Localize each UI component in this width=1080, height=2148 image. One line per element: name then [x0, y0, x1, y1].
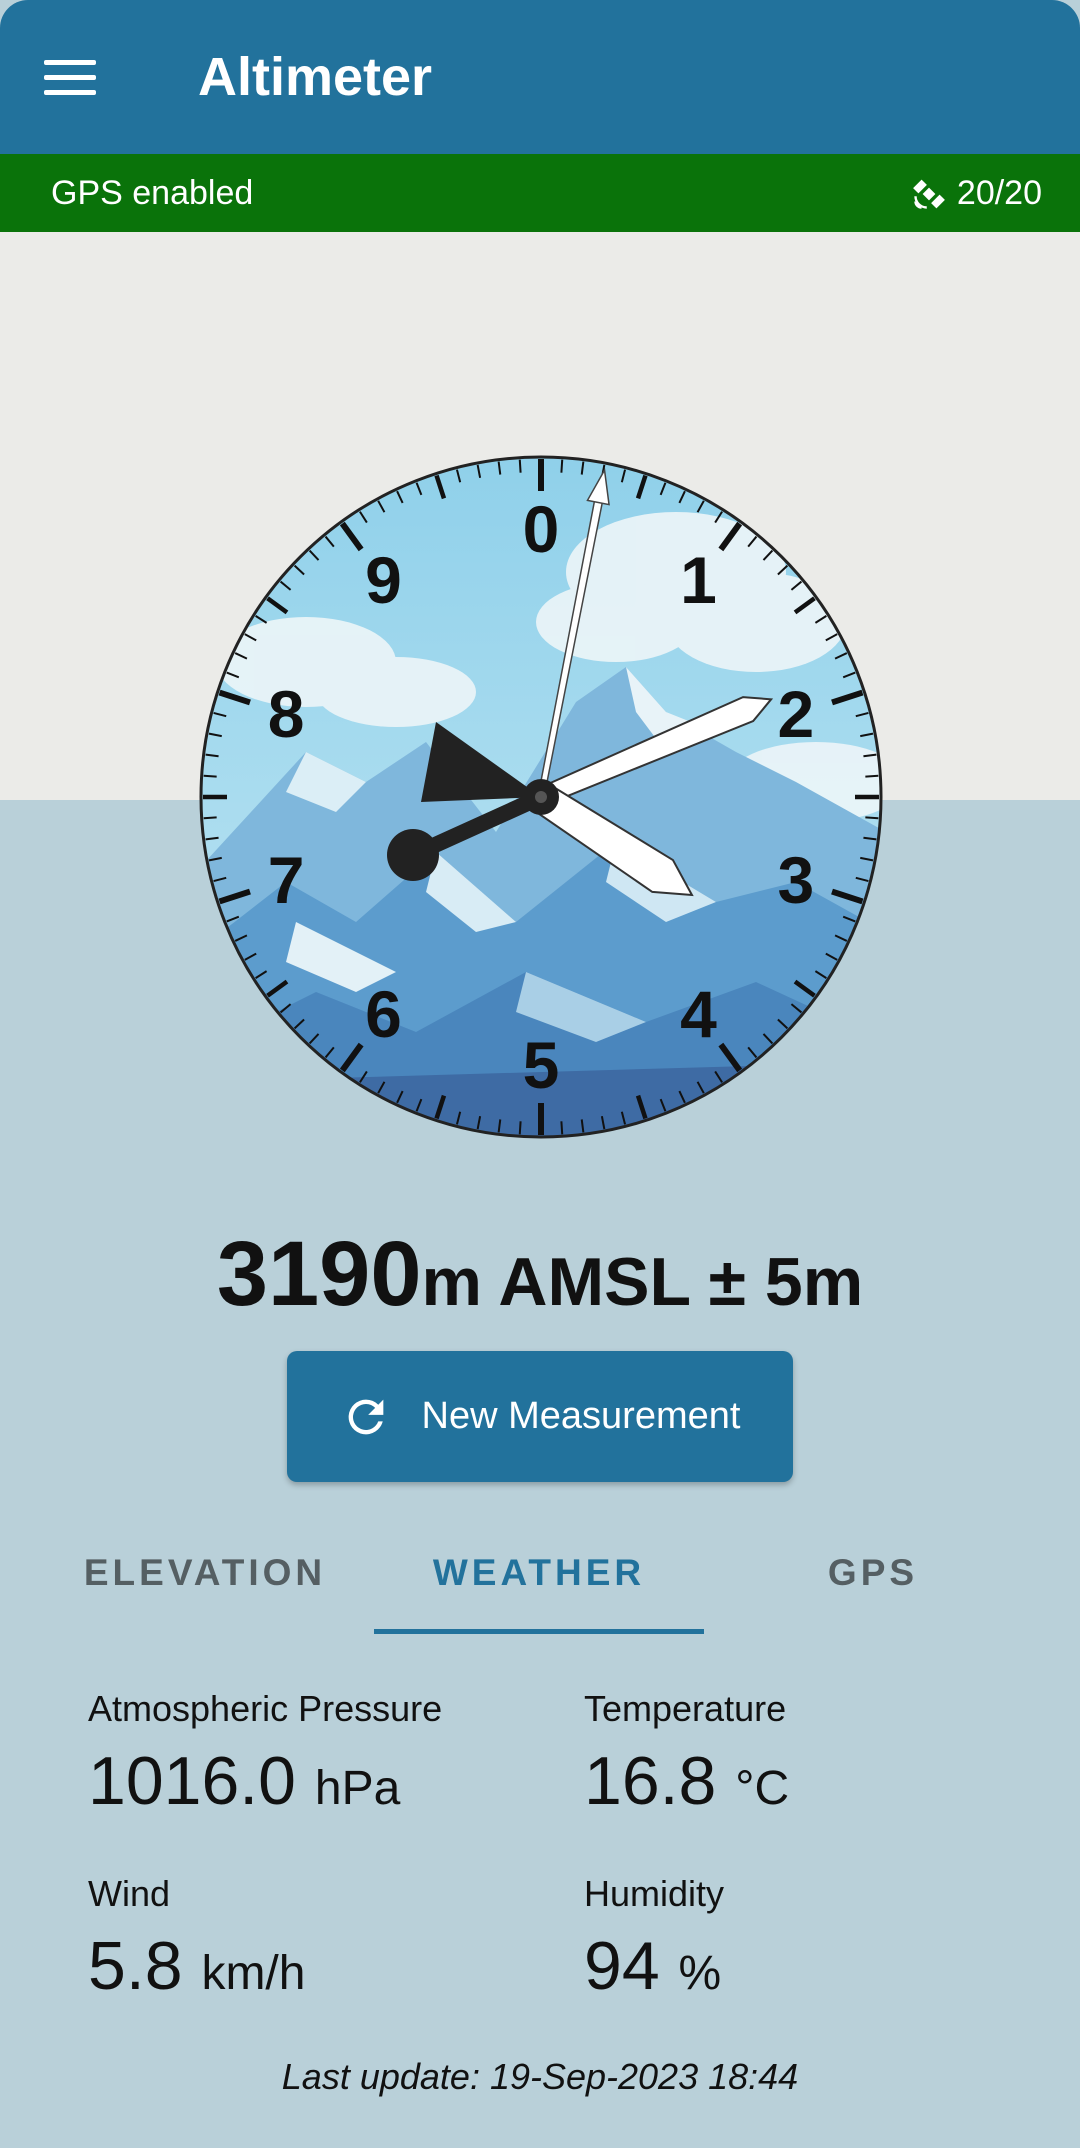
- dial-tick: [865, 816, 879, 820]
- tab-weather[interactable]: WEATHER: [374, 1535, 704, 1635]
- satellite-icon: [913, 179, 945, 209]
- dial-number: 0: [523, 492, 560, 566]
- dial-tick: [560, 459, 564, 473]
- satellite-count-text: 20/20: [956, 174, 1042, 212]
- altimeter-gauge: 0 12 34 5 67 89: [199, 455, 883, 1139]
- dial-number: 6: [365, 977, 402, 1051]
- altitude-value: 3190: [216, 1223, 422, 1325]
- altitude-reading: 3190m AMSL ± 5m: [0, 1222, 1080, 1327]
- last-update-text: Last update: 19-Sep-2023 18:44: [281, 2056, 799, 2097]
- dial-number: 9: [365, 543, 402, 617]
- satellite-count: 20/20: [911, 174, 1042, 213]
- dial-number: 8: [268, 677, 305, 751]
- dial-number: 7: [268, 843, 305, 917]
- menu-button[interactable]: [44, 48, 112, 106]
- dial-number: 5: [523, 1028, 560, 1102]
- pressure-unit: hPa: [314, 1762, 401, 1815]
- wind-unit: km/h: [201, 1947, 306, 2000]
- hamburger-menu-icon: [44, 59, 96, 65]
- dial-tick: [203, 816, 217, 820]
- app-title: Altimeter: [198, 47, 433, 107]
- humidity-value-block: 94 %: [584, 1927, 721, 2005]
- temperature-unit: °C: [735, 1762, 790, 1815]
- gps-status-bar: GPS enabled 20/20: [0, 154, 1080, 232]
- temperature-label: Temperature: [584, 1688, 787, 1729]
- tab-bar: ELEVATION WEATHER GPS: [40, 1535, 1030, 1640]
- pressure-value-block: 1016.0 hPa: [88, 1742, 400, 1820]
- app-bar: Altimeter: [0, 0, 1080, 154]
- humidity-label: Humidity: [584, 1873, 725, 1914]
- humidity-value: 94: [584, 1928, 660, 2004]
- dial-tick: [865, 774, 879, 778]
- pressure-value: 1016.0: [88, 1743, 296, 1819]
- dial-number: 3: [778, 843, 815, 917]
- wind-value-block: 5.8 km/h: [88, 1927, 305, 2005]
- new-measurement-label: New Measurement: [421, 1395, 741, 1437]
- gps-status-text: GPS enabled: [51, 174, 254, 212]
- dial-tick: [518, 1121, 522, 1135]
- altitude-unit: m AMSL ± 5m: [421, 1244, 864, 1320]
- temperature-value-block: 16.8 °C: [584, 1742, 789, 1820]
- dial-number: 4: [680, 977, 717, 1051]
- dial-number: 1: [680, 543, 717, 617]
- temperature-value: 16.8: [584, 1743, 717, 1819]
- active-tab-indicator: [374, 1629, 704, 1634]
- dial-number: 2: [778, 677, 815, 751]
- tab-gps[interactable]: GPS: [708, 1535, 1038, 1635]
- dial-tick: [203, 774, 217, 778]
- dial-tick: [560, 1121, 564, 1135]
- new-measurement-button[interactable]: New Measurement: [287, 1351, 793, 1482]
- pressure-label: Atmospheric Pressure: [88, 1688, 443, 1729]
- humidity-unit: %: [678, 1947, 722, 2000]
- tab-elevation[interactable]: ELEVATION: [40, 1535, 370, 1635]
- wind-label: Wind: [88, 1873, 171, 1914]
- wind-value: 5.8: [88, 1928, 183, 2004]
- refresh-icon: [348, 1399, 383, 1434]
- dial-tick: [518, 459, 522, 473]
